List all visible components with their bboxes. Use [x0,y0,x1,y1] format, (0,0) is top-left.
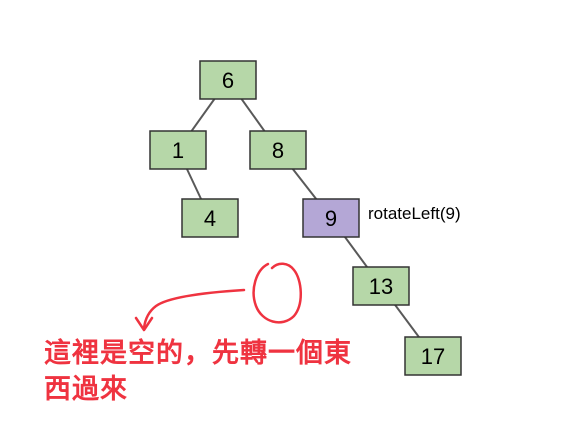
note-line-2: 西過來 [44,374,128,405]
rotate-left-label: rotateLeft(9) [368,204,461,223]
tree-node-1: 1 [149,130,207,170]
curved-arrow-mark [142,288,246,330]
node-label-13: 13 [369,274,393,299]
handwritten-note: 這裡是空的，先轉一個東 西過來 [44,336,404,408]
node-label-9: 9 [325,206,337,231]
node-label-1: 1 [172,138,184,163]
tree-node-9: 9 [302,198,360,238]
tree-node-13: 13 [352,266,410,306]
tree-node-4: 4 [181,198,239,238]
empty-slot-circle-mark [252,262,302,324]
tree-node-17: 17 [404,336,462,376]
note-line-1: 這裡是空的，先轉一個東 [44,338,352,369]
tree-node-6: 6 [199,60,257,100]
node-label-4: 4 [204,206,216,231]
node-label-17: 17 [421,344,445,369]
tree-node-8: 8 [249,130,307,170]
node-label-6: 6 [222,68,234,93]
node-label-8: 8 [272,138,284,163]
